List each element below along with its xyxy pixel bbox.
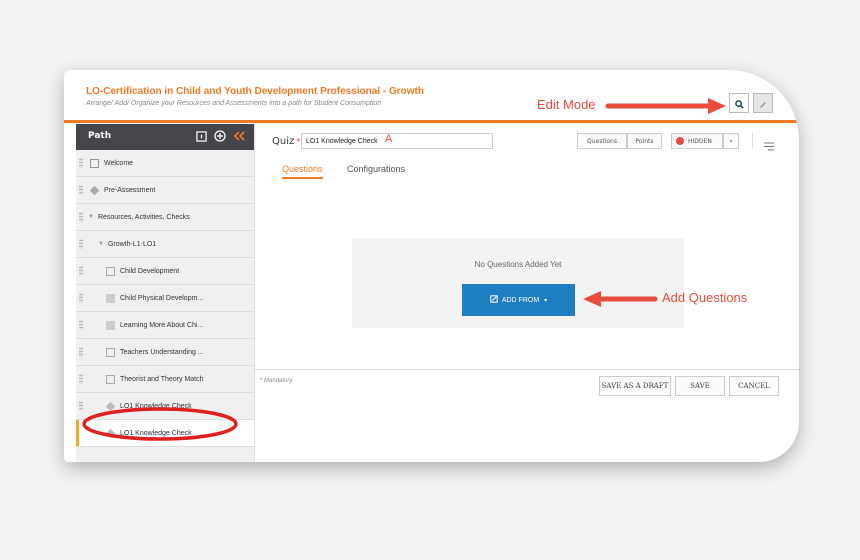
assessment-diamond-icon	[89, 185, 100, 195]
toolbar-divider	[752, 133, 753, 149]
cancel-button[interactable]: CANCEL	[729, 376, 779, 396]
drag-handle-icon[interactable]	[79, 266, 83, 276]
drag-handle-icon[interactable]	[79, 185, 83, 195]
sidebar-item-label: Teachers Understanding ...	[120, 348, 204, 356]
activity-icon	[106, 347, 115, 357]
sidebar-item-lo1-knowledge-check-selected[interactable]: LO1 Knowledge Check	[76, 420, 254, 447]
hidden-label: HIDDEN	[688, 137, 712, 145]
sidebar-item-child-development[interactable]: Child Development	[76, 258, 254, 285]
visibility-dropdown[interactable]: ▾	[723, 133, 739, 149]
chevron-down-icon[interactable]: ▼	[88, 214, 94, 220]
course-subtitle: Arrange/ Add/ Organize your Resources an…	[86, 100, 382, 107]
sidebar-item-label: Child Development	[120, 267, 180, 275]
quiz-name-value: LO1 Knowledge Check	[306, 138, 378, 145]
sidebar-item-label: Growth-L1-LO1	[107, 240, 157, 248]
chevron-down-icon: ▾	[729, 137, 733, 145]
footer-divider	[254, 369, 799, 370]
drag-handle-icon[interactable]	[79, 239, 83, 249]
points-toggle[interactable]: Points	[627, 133, 662, 149]
quiz-diamond-icon	[105, 401, 116, 411]
drag-handle-icon[interactable]	[79, 347, 83, 357]
menu-icon[interactable]	[764, 136, 774, 155]
page-icon	[106, 266, 115, 276]
questions-toggle[interactable]: Questions	[577, 133, 627, 149]
sidebar-item-growth-l1-lo1[interactable]: ▼ Growth-L1-LO1	[76, 231, 254, 258]
sidebar-item-pre-assessment[interactable]: Pre-Assessment	[76, 177, 254, 204]
quiz-name-input[interactable]: LO1 Knowledge Check A	[301, 133, 493, 149]
add-circle-icon[interactable]	[213, 129, 227, 143]
sidebar-item-label: Welcome	[104, 159, 134, 167]
sidebar-item-label: Pre-Assessment	[104, 186, 156, 194]
sidebar-item-label: LO1 Knowledge Check	[120, 402, 192, 410]
empty-state-text: No Questions Added Yet	[474, 260, 562, 269]
add-from-label: ADD FROM	[501, 296, 540, 304]
path-sidebar: Path Welcome Pre-Assessment ▼ Resources,	[76, 124, 255, 462]
course-title: LO-Certification in Child and Youth Deve…	[86, 86, 424, 97]
sidebar-title: Path	[88, 131, 112, 141]
pencil-icon	[759, 94, 767, 113]
visibility-button[interactable]: HIDDEN	[671, 133, 723, 149]
sidebar-item-welcome[interactable]: Welcome	[76, 150, 254, 177]
annotation-mark: A	[385, 133, 393, 145]
sidebar-item-label: Theorist and Theory Match	[120, 375, 204, 383]
drag-handle-icon[interactable]	[79, 293, 83, 303]
sidebar-item-theorist-match[interactable]: Theorist and Theory Match	[76, 366, 254, 393]
add-box-icon	[490, 295, 498, 305]
view-mode-button[interactable]	[729, 93, 749, 113]
hidden-eye-icon	[676, 137, 684, 145]
sidebar-item-teachers-understanding[interactable]: Teachers Understanding ...	[76, 339, 254, 366]
edit-mode-annotation: Edit Mode	[537, 97, 596, 112]
double-chevron-left-icon[interactable]	[233, 129, 247, 143]
sidebar-item-label: LO1 Knowledge Check	[120, 429, 192, 437]
document-icon	[106, 320, 115, 330]
drag-handle-icon[interactable]	[79, 374, 83, 384]
caret-down-icon: ▾	[544, 297, 548, 304]
page-icon	[90, 158, 99, 168]
sidebar-item-label: Resources, Activities, Checks	[97, 213, 190, 221]
sidebar-item-label: Learning More About Chi...	[120, 321, 204, 329]
drag-handle-icon[interactable]	[79, 401, 83, 411]
document-icon	[106, 293, 115, 303]
sidebar-item-lo1-knowledge-check[interactable]: LO1 Knowledge Check	[76, 393, 254, 420]
collapse-all-icon[interactable]	[194, 129, 208, 143]
add-questions-annotation: Add Questions	[662, 290, 748, 305]
sidebar-item-learning-more[interactable]: Learning More About Chi...	[76, 312, 254, 339]
sidebar-item-label: Child Physical Developm...	[120, 294, 204, 302]
sidebar-item-resources[interactable]: ▼ Resources, Activities, Checks	[76, 204, 254, 231]
drag-handle-icon[interactable]	[79, 212, 83, 222]
quiz-diamond-icon	[105, 428, 116, 438]
quiz-label: Quiz *	[272, 136, 301, 147]
sidebar-item-child-physical[interactable]: Child Physical Developm...	[76, 285, 254, 312]
edit-mode-button[interactable]	[753, 93, 773, 113]
empty-questions-panel: No Questions Added Yet ADD FROM ▾	[352, 238, 684, 328]
tab-questions[interactable]: Questions	[282, 164, 323, 179]
match-icon	[106, 374, 115, 384]
drag-handle-icon[interactable]	[79, 158, 83, 168]
mandatory-note: * Mandatory	[260, 378, 293, 384]
top-bar: LO-Certification in Child and Youth Deve…	[64, 70, 799, 123]
tab-configurations[interactable]: Configurations	[347, 164, 405, 174]
chevron-down-icon[interactable]: ▼	[98, 241, 104, 247]
app-window: LO-Certification in Child and Youth Deve…	[64, 70, 799, 462]
drag-handle-icon[interactable]	[79, 320, 83, 330]
save-button[interactable]: SAVE	[675, 376, 725, 396]
save-as-draft-button[interactable]: SAVE AS A DRAFT	[599, 376, 671, 396]
search-icon	[734, 94, 744, 113]
add-from-button[interactable]: ADD FROM ▾	[462, 284, 575, 316]
sidebar-header: Path	[76, 124, 254, 150]
